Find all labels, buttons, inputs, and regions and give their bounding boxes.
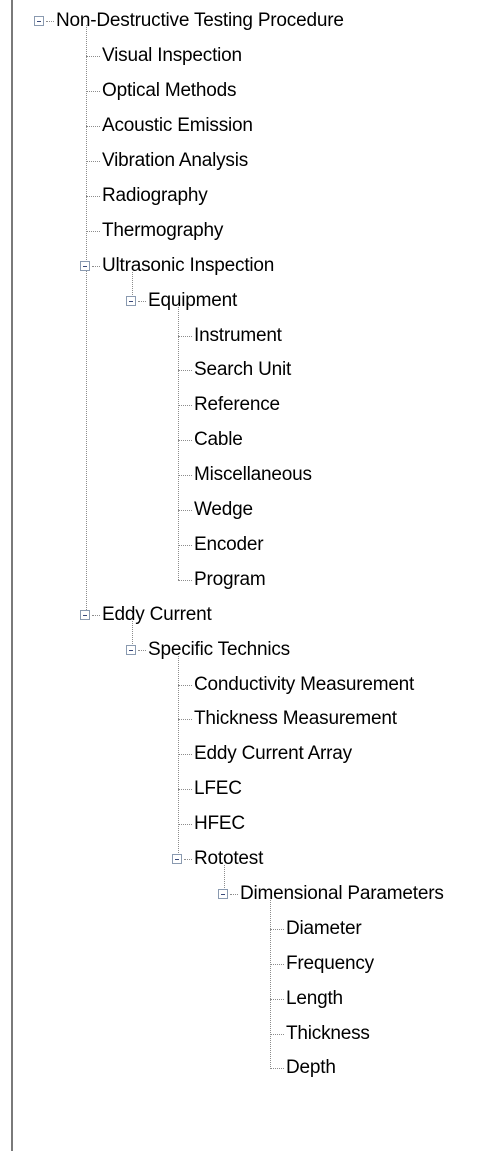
tree-node-non-destructive-testing-procedure[interactable]: Non-Destructive Testing Procedure: [54, 9, 346, 33]
tree-node-hfec[interactable]: HFEC: [192, 812, 247, 836]
tree-view[interactable]: Non-Destructive Testing Procedure Visual …: [0, 0, 500, 1151]
tree-node-miscellaneous[interactable]: Miscellaneous: [192, 463, 314, 487]
tree-node-acoustic-emission[interactable]: Acoustic Emission: [100, 114, 255, 138]
tree-node-search-unit[interactable]: Search Unit: [192, 358, 293, 382]
collapse-toggle-icon[interactable]: [80, 610, 90, 620]
tree-guide-horizontal: [178, 580, 192, 581]
tree-node-dimensional-parameters[interactable]: Dimensional Parameters: [238, 882, 446, 906]
tree-guide-horizontal: [92, 266, 100, 267]
tree-node-thickness[interactable]: Thickness: [284, 1022, 372, 1046]
tree-left-border: [11, 0, 13, 1151]
tree-guide-horizontal: [178, 510, 192, 511]
tree-node-eddy-current-array[interactable]: Eddy Current Array: [192, 742, 354, 766]
tree-node-length[interactable]: Length: [284, 987, 345, 1011]
tree-node-eddy-current[interactable]: Eddy Current: [100, 603, 214, 627]
tree-node-conductivity-measurement[interactable]: Conductivity Measurement: [192, 673, 416, 697]
tree-guide-vertical: [178, 656, 179, 859]
tree-guide-horizontal: [178, 754, 192, 755]
tree-guide-horizontal: [178, 336, 192, 337]
tree-node-rototest[interactable]: Rototest: [192, 847, 265, 871]
tree-node-specific-technics[interactable]: Specific Technics: [146, 638, 292, 662]
tree-guide-vertical: [178, 307, 179, 580]
tree-guide-horizontal: [178, 824, 192, 825]
tree-node-thickness-measurement[interactable]: Thickness Measurement: [192, 707, 399, 731]
tree-node-optical-methods[interactable]: Optical Methods: [100, 79, 238, 103]
tree-guide-horizontal: [86, 231, 100, 232]
tree-guide-horizontal: [270, 929, 284, 930]
tree-guide-horizontal: [270, 1068, 284, 1069]
tree-guide-vertical: [86, 25, 87, 614]
tree-guide-horizontal: [86, 91, 100, 92]
tree-guide-horizontal: [178, 545, 192, 546]
tree-node-thermography[interactable]: Thermography: [100, 219, 225, 243]
collapse-toggle-icon[interactable]: [218, 889, 228, 899]
tree-guide-horizontal: [86, 126, 100, 127]
tree-guide-horizontal: [138, 301, 146, 302]
tree-node-wedge[interactable]: Wedge: [192, 498, 255, 522]
tree-guide-vertical: [270, 900, 271, 1069]
tree-node-encoder[interactable]: Encoder: [192, 533, 265, 557]
tree-node-reference[interactable]: Reference: [192, 393, 282, 417]
tree-node-equipment[interactable]: Equipment: [146, 289, 239, 313]
tree-guide-horizontal: [230, 894, 238, 895]
tree-guide-horizontal: [178, 370, 192, 371]
tree-guide-horizontal: [178, 789, 192, 790]
tree-guide-horizontal: [270, 1034, 284, 1035]
tree-guide-horizontal: [178, 475, 192, 476]
tree-guide-horizontal: [178, 405, 192, 406]
collapse-toggle-icon[interactable]: [126, 296, 136, 306]
collapse-toggle-icon[interactable]: [172, 854, 182, 864]
tree-node-lfec[interactable]: LFEC: [192, 777, 244, 801]
tree-guide-horizontal: [46, 21, 54, 22]
tree-guide-horizontal: [178, 685, 192, 686]
tree-guide-horizontal: [184, 859, 192, 860]
tree-node-program[interactable]: Program: [192, 568, 267, 592]
tree-node-depth[interactable]: Depth: [284, 1056, 338, 1080]
tree-node-instrument[interactable]: Instrument: [192, 324, 284, 348]
tree-guide-horizontal: [178, 719, 192, 720]
tree-node-vibration-analysis[interactable]: Vibration Analysis: [100, 149, 250, 173]
collapse-toggle-icon[interactable]: [126, 645, 136, 655]
tree-guide-horizontal: [92, 615, 100, 616]
tree-node-ultrasonic-inspection[interactable]: Ultrasonic Inspection: [100, 254, 276, 278]
collapse-toggle-icon[interactable]: [34, 16, 44, 26]
collapse-toggle-icon[interactable]: [80, 261, 90, 271]
tree-node-visual-inspection[interactable]: Visual Inspection: [100, 44, 244, 68]
tree-guide-horizontal: [86, 161, 100, 162]
tree-guide-horizontal: [178, 440, 192, 441]
tree-guide-horizontal: [138, 650, 146, 651]
tree-guide-horizontal: [86, 196, 100, 197]
tree-guide-horizontal: [86, 56, 100, 57]
tree-node-frequency[interactable]: Frequency: [284, 952, 376, 976]
tree-node-radiography[interactable]: Radiography: [100, 184, 210, 208]
tree-guide-horizontal: [270, 999, 284, 1000]
tree-node-cable[interactable]: Cable: [192, 428, 245, 452]
tree-guide-horizontal: [270, 964, 284, 965]
tree-node-diameter[interactable]: Diameter: [284, 917, 363, 941]
